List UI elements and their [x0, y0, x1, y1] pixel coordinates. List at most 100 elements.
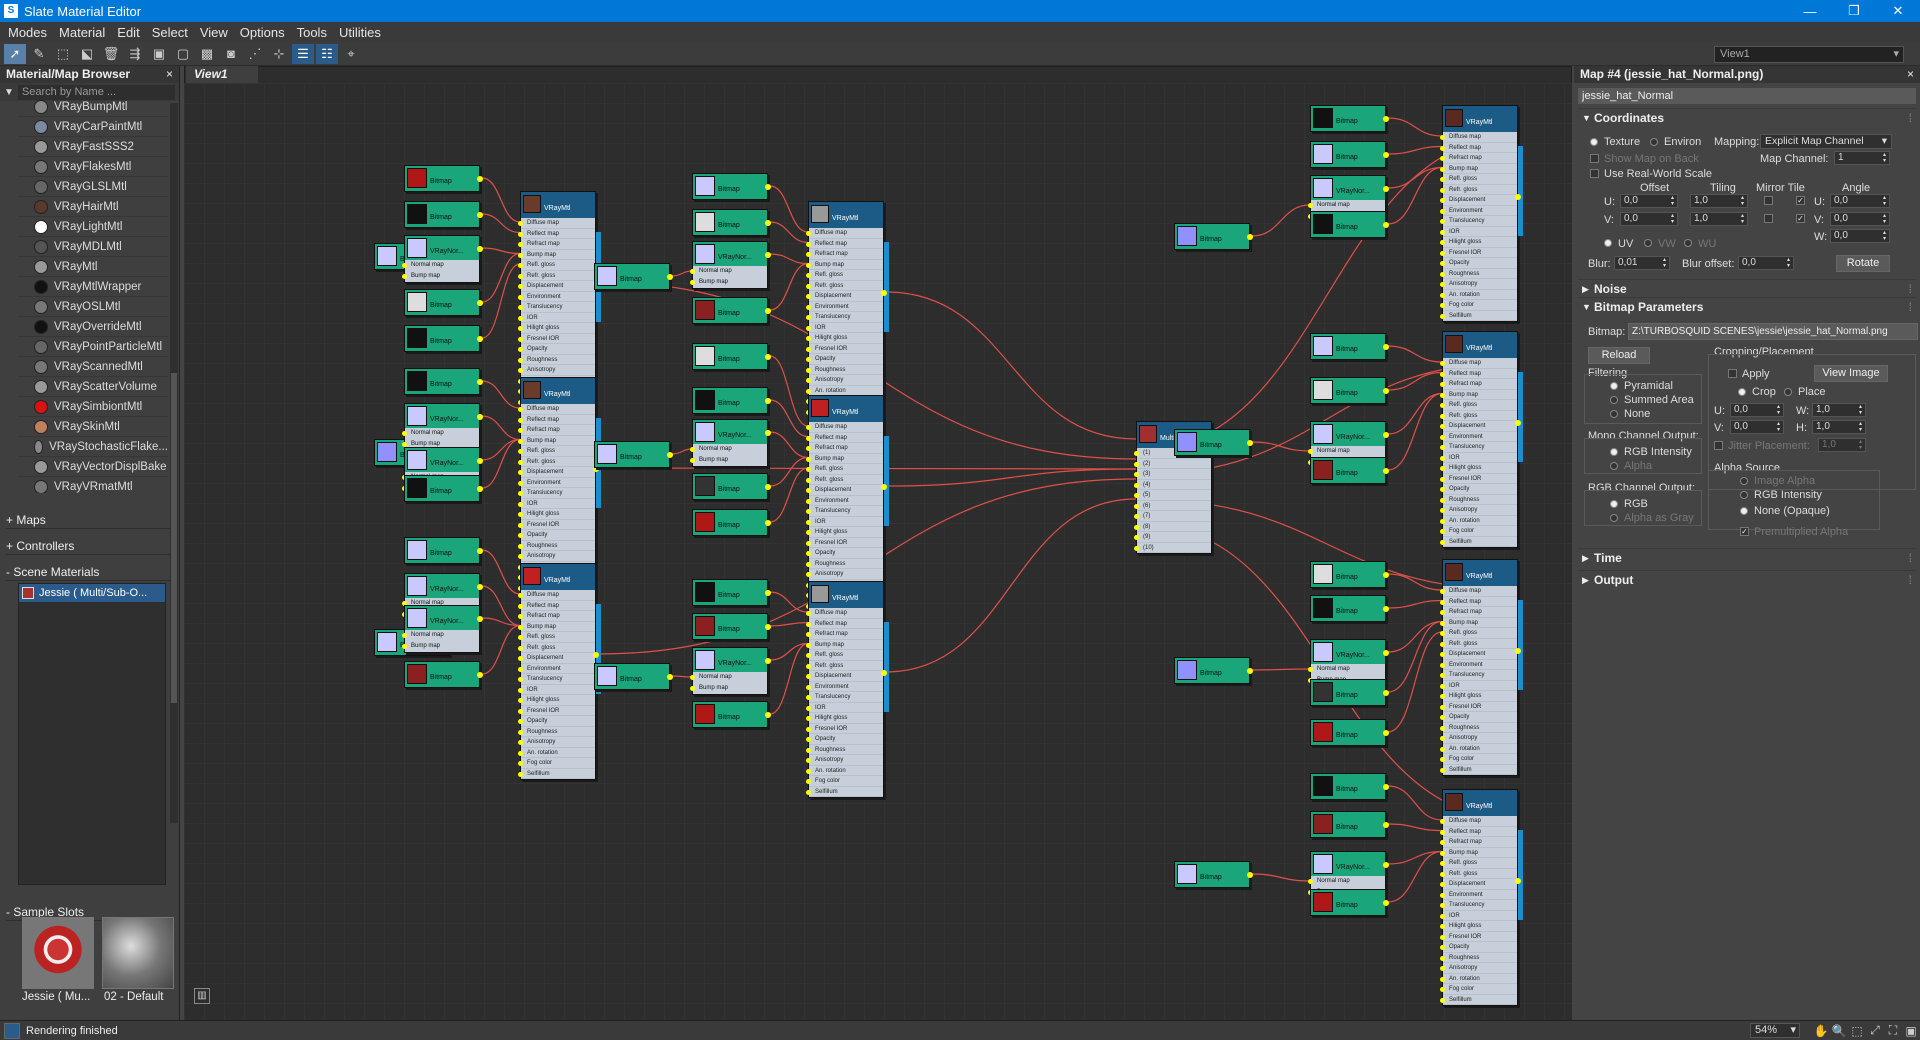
move-children-icon[interactable]: ⇶ — [124, 44, 146, 64]
bitmap-node[interactable]: Bitmap — [692, 387, 771, 414]
place-radio[interactable] — [1784, 388, 1792, 396]
bitmap-node[interactable]: Bitmap — [1174, 429, 1253, 456]
close-icon[interactable]: × — [1907, 66, 1914, 83]
material-list-item[interactable]: VRaySkinMtl — [18, 417, 168, 437]
output-pin[interactable] — [1383, 468, 1389, 474]
menu-material[interactable]: Material — [53, 25, 111, 40]
zoom-icon[interactable]: 🔍 — [1830, 1024, 1848, 1038]
blur-offset-spinner[interactable]: 0,0 — [1738, 256, 1794, 270]
bitmap-node[interactable]: Bitmap — [404, 289, 483, 316]
node-graph-canvas[interactable]: ▥ BitmapVRayMtlDiffuse mapReflect mapRef… — [184, 83, 1572, 1020]
filter-none-radio[interactable] — [1610, 410, 1618, 418]
output-pin[interactable] — [1383, 862, 1389, 868]
summed-area-radio[interactable] — [1610, 396, 1618, 404]
menu-view[interactable]: View — [194, 25, 234, 40]
vray-normal-node[interactable]: VRayNor... Normal mapBump map — [402, 605, 483, 653]
options-triangle-icon[interactable]: ▼ — [4, 87, 14, 98]
jitter-checkbox[interactable] — [1714, 441, 1723, 450]
material-list-item[interactable]: VRayFlakesMtl — [18, 157, 168, 177]
material-node[interactable]: VRayMtl Diffuse map Reflect map Refract map… — [518, 563, 601, 780]
select-by-material-icon[interactable]: ⌖ — [340, 44, 362, 64]
output-pin[interactable] — [1515, 648, 1521, 654]
sample-slot-jessie[interactable] — [22, 917, 94, 989]
rollout-noise[interactable]: ▶ Noise ⁞ — [1578, 279, 1916, 297]
bitmap-node[interactable]: Bitmap — [1310, 141, 1389, 168]
premultiplied-alpha-checkbox[interactable]: ✓ — [1740, 527, 1749, 536]
view-image-button[interactable]: View Image — [1814, 365, 1888, 382]
output-pin[interactable] — [765, 658, 771, 664]
output-pin[interactable] — [1383, 222, 1389, 228]
material-node[interactable]: VRayMtl Diffuse map Reflect map Refract map… — [806, 201, 889, 418]
layout-all-icon[interactable]: ⋰ — [244, 44, 266, 64]
output-pin[interactable] — [593, 652, 599, 658]
material-node[interactable]: VRayMtl Diffuse map Reflect map Refract map… — [1440, 331, 1523, 548]
v-offset-spinner[interactable]: 0,0 — [1620, 212, 1678, 226]
map-name-field[interactable]: jessie_hat_Normal — [1578, 88, 1916, 104]
output-pin[interactable] — [765, 712, 771, 718]
output-pin[interactable] — [765, 520, 771, 526]
material-list[interactable]: VRayBumpMtl VRayCarPaintMtl VRayFastSSS2 VR… — [18, 97, 168, 493]
pick-material-icon[interactable]: ✎ — [28, 44, 50, 64]
bitmap-node[interactable]: Bitmap — [1310, 211, 1389, 238]
rollout-coordinates[interactable]: ▼ Coordinates ⁞ — [1578, 108, 1916, 126]
output-pin[interactable] — [477, 584, 483, 590]
select-tool-icon[interactable]: ➚ — [4, 43, 26, 64]
crop-radio[interactable] — [1738, 388, 1746, 396]
material-node[interactable]: VRayMtl Diffuse map Reflect map Refract map… — [806, 581, 889, 798]
bitmap-node[interactable]: Bitmap — [594, 263, 673, 290]
bitmap-node[interactable]: Bitmap — [692, 297, 771, 324]
output-pin[interactable] — [477, 672, 483, 678]
close-icon[interactable]: × — [166, 66, 173, 83]
output-pin[interactable] — [477, 414, 483, 420]
u-tiling-spinner[interactable]: 1,0 — [1690, 194, 1748, 208]
bitmap-node[interactable]: Bitmap — [404, 325, 483, 352]
output-pin[interactable] — [1383, 116, 1389, 122]
bitmap-node[interactable]: Bitmap — [404, 165, 483, 192]
output-pin[interactable] — [765, 430, 771, 436]
sample-slot-default[interactable] — [102, 917, 174, 989]
material-node[interactable]: VRayMtl Diffuse map Reflect map Refract map… — [806, 395, 889, 612]
output-pin[interactable] — [881, 484, 887, 490]
output-pin[interactable] — [667, 274, 673, 280]
jitter-spinner[interactable]: 1,0 — [1818, 438, 1866, 452]
output-pin[interactable] — [477, 246, 483, 252]
apply-checkbox[interactable] — [1728, 369, 1737, 378]
bitmap-node[interactable]: Bitmap — [1310, 679, 1389, 706]
map-channel-spinner[interactable]: 1 — [1834, 151, 1890, 165]
hide-unused-icon[interactable]: ▣ — [148, 44, 170, 64]
menu-modes[interactable]: Modes — [2, 25, 53, 40]
material-list-item[interactable]: VRayLightMtl — [18, 217, 168, 237]
u-angle-spinner[interactable]: 0,0 — [1830, 194, 1890, 208]
bitmap-node[interactable]: Bitmap — [1310, 773, 1389, 800]
show-map-icon[interactable]: ▢ — [172, 44, 194, 64]
v-mirror-checkbox[interactable] — [1764, 214, 1773, 223]
output-pin[interactable] — [477, 300, 483, 306]
output-pin[interactable] — [1515, 194, 1521, 200]
menu-tools[interactable]: Tools — [291, 25, 333, 40]
output-pin[interactable] — [765, 590, 771, 596]
output-pin[interactable] — [667, 674, 673, 680]
section-controllers[interactable]: + Controllers — [6, 537, 170, 555]
material-list-item[interactable]: VRayScatterVolume — [18, 377, 168, 397]
pyramidal-radio[interactable] — [1610, 382, 1618, 390]
bitmap-node[interactable]: Bitmap — [692, 701, 771, 728]
output-pin[interactable] — [1383, 606, 1389, 612]
bitmap-node[interactable]: Bitmap — [692, 343, 771, 370]
mono-rgb-intensity-radio[interactable] — [1610, 448, 1618, 456]
output-pin[interactable] — [477, 176, 483, 182]
minimize-button[interactable]: — — [1788, 4, 1832, 19]
rotate-button[interactable]: Rotate — [1836, 255, 1890, 272]
bitmap-node[interactable]: Bitmap — [692, 613, 771, 640]
material-list-item[interactable]: VRayVRmatMtl — [18, 477, 168, 493]
output-pin[interactable] — [765, 184, 771, 190]
material-list-item[interactable]: VRaySimbiontMtl — [18, 397, 168, 417]
output-pin[interactable] — [477, 336, 483, 342]
bitmap-node[interactable]: Bitmap — [404, 537, 483, 564]
material-node[interactable]: VRayMtl Diffuse map Reflect map Refract map… — [518, 191, 601, 408]
output-pin[interactable] — [1247, 872, 1253, 878]
bitmap-node[interactable]: Bitmap — [1310, 719, 1389, 746]
bitmap-node[interactable]: Bitmap — [404, 475, 483, 502]
output-pin[interactable] — [477, 616, 483, 622]
material-list-item[interactable]: VRayMtlWrapper — [18, 277, 168, 297]
section-maps[interactable]: + Maps — [6, 511, 170, 529]
